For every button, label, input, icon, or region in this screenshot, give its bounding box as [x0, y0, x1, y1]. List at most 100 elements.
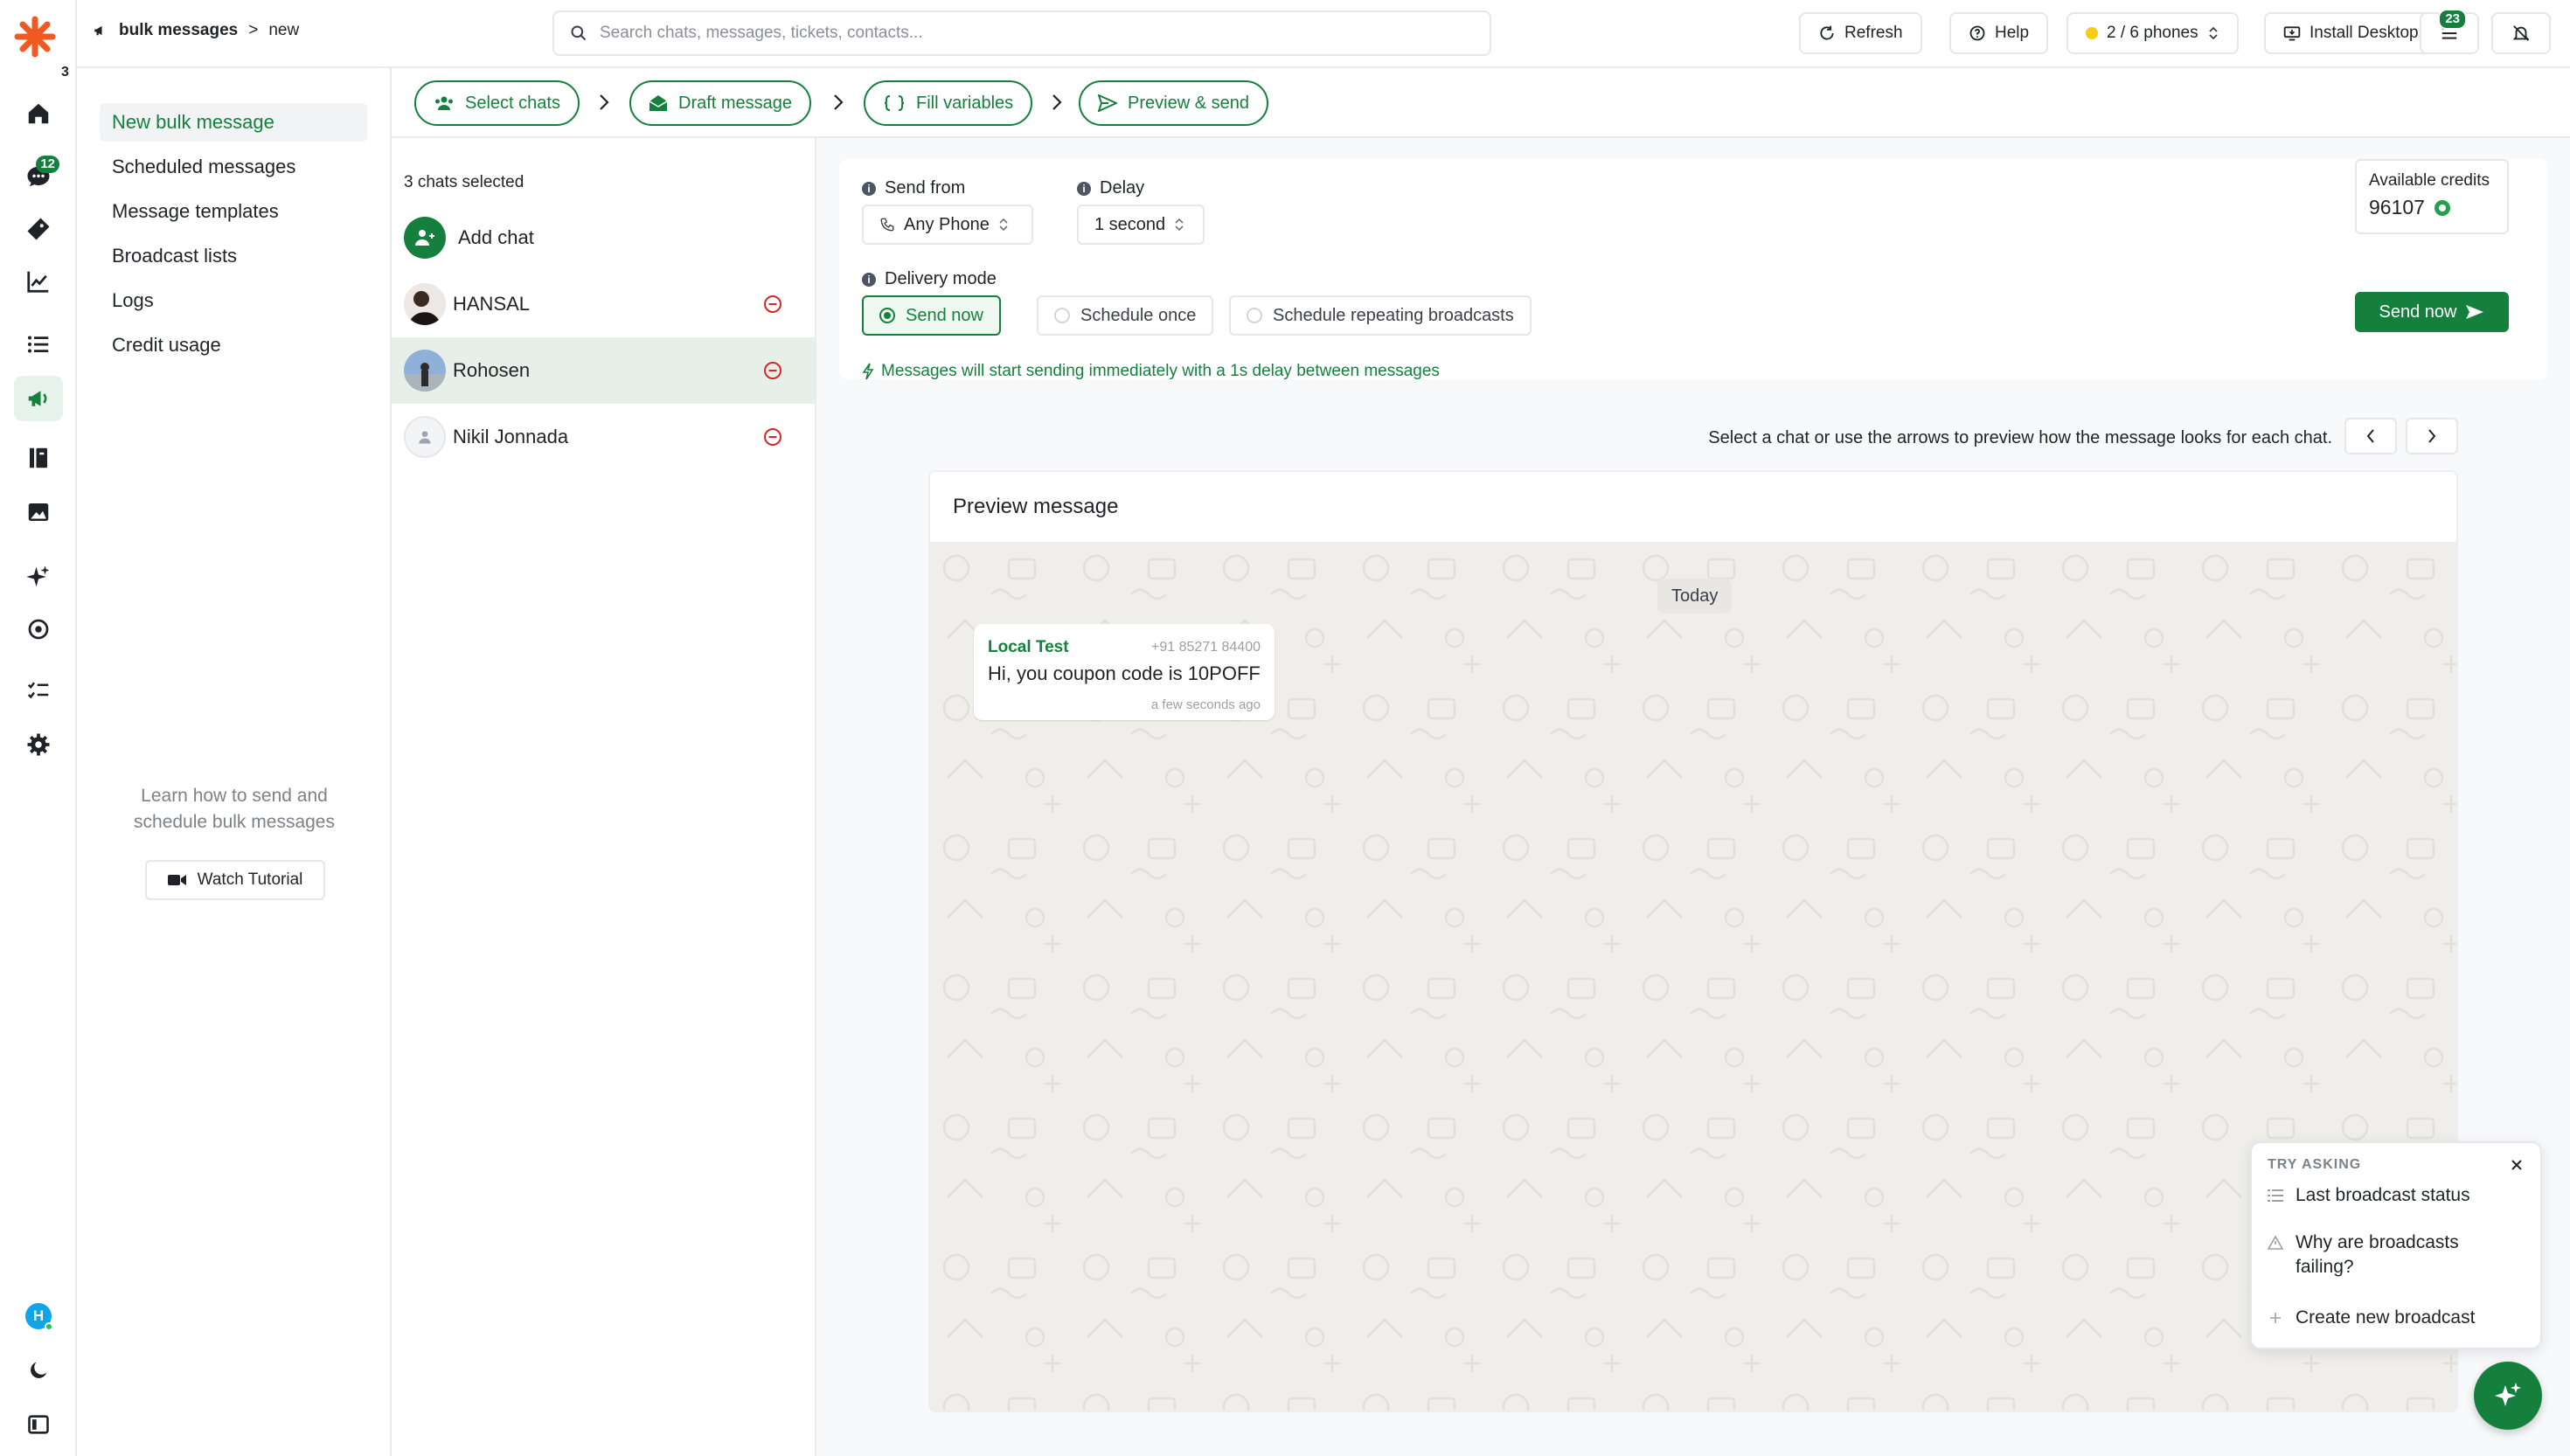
mode-schedule-once[interactable]: Schedule once: [1037, 295, 1214, 336]
subnav-scheduled-messages[interactable]: Scheduled messages: [100, 148, 367, 186]
rail-broadcasts[interactable]: [14, 376, 63, 421]
rail-analytics[interactable]: [14, 259, 63, 304]
refresh-button[interactable]: Refresh: [1799, 12, 1922, 54]
breadcrumb-section[interactable]: bulk messages: [119, 21, 238, 40]
send-settings-card: i Send from Any Phone i Delay 1 second i…: [839, 159, 2547, 381]
integrations-icon: [28, 619, 49, 640]
chevron-left-icon: [2366, 429, 2374, 443]
subnav-message-templates[interactable]: Message templates: [100, 192, 367, 231]
avatar-initial: H: [32, 1307, 45, 1324]
rail-settings[interactable]: [14, 722, 63, 767]
subnav-logs[interactable]: Logs: [100, 281, 367, 320]
online-status-dot: [45, 1322, 53, 1331]
collapse-sidebar[interactable]: [14, 1402, 63, 1447]
preview-hint: Select a chat or use the arrows to previ…: [1708, 428, 2332, 447]
suggestion-label: Why are broadcasts failing?: [2296, 1232, 2459, 1277]
delay-select[interactable]: 1 second: [1077, 205, 1205, 245]
step-label: Draft message: [678, 93, 793, 113]
suggestion-last-broadcast-status[interactable]: Last broadcast status: [2268, 1183, 2521, 1208]
rail-tasks[interactable]: [14, 668, 63, 713]
breadcrumb: bulk messages > new: [93, 21, 299, 40]
rail-lists[interactable]: [14, 322, 63, 367]
add-chat-button[interactable]: Add chat: [392, 205, 815, 271]
message-phone: +91 85271 84400: [1150, 640, 1261, 655]
chat-row-hansal[interactable]: HANSAL: [392, 271, 815, 337]
notifications-badge: 23: [2438, 9, 2467, 30]
video-camera-icon: [167, 875, 186, 885]
learn-hint: Learn how to send and schedule bulk mess…: [77, 783, 392, 835]
chevron-updown-icon: [2208, 26, 2218, 40]
users-icon: [435, 96, 453, 110]
chat-row-nikil-jonnada[interactable]: Nikil Jonnada: [392, 404, 815, 470]
mode-send-now[interactable]: Send now: [862, 295, 1001, 336]
refresh-label: Refresh: [1844, 24, 1903, 42]
subnav-new-bulk-message[interactable]: New bulk message: [100, 103, 367, 142]
notifications-list-button[interactable]: 23: [2420, 9, 2479, 54]
chats-badge: 12: [36, 156, 59, 173]
step-draft-message[interactable]: Draft message: [629, 80, 812, 126]
rail-ai[interactable]: [14, 554, 63, 600]
subnav-credit-usage[interactable]: Credit usage: [100, 326, 367, 364]
preview-title: Preview message: [953, 495, 1119, 518]
step-fill-variables[interactable]: Fill variables: [864, 80, 1033, 126]
delivery-mode-hint: Messages will start sending immediately …: [862, 362, 1440, 381]
step-label: Select chats: [465, 93, 560, 113]
user-avatar[interactable]: H: [14, 1293, 63, 1339]
message-sender: Local Test: [988, 638, 1069, 656]
subnav-broadcast-lists[interactable]: Broadcast lists: [100, 237, 367, 275]
credits-value-row: 96107: [2369, 196, 2495, 219]
close-icon[interactable]: [2507, 1155, 2526, 1175]
curly-braces-icon: [884, 95, 905, 111]
suggestion-label: Create new broadcast: [2296, 1307, 2476, 1328]
sparkle-icon: [26, 565, 50, 587]
phones-selector[interactable]: 2 / 6 phones: [2066, 12, 2239, 54]
remove-circle-icon[interactable]: [762, 360, 783, 381]
breadcrumb-separator: >: [248, 21, 259, 39]
avatar: H: [25, 1303, 53, 1331]
lightning-icon: [862, 363, 874, 380]
preview-message-card: Preview message Today Local Test +91 852…: [928, 470, 2458, 1412]
bell-off-icon: [2512, 25, 2530, 41]
send-from-text: Send from: [885, 178, 966, 198]
mode-schedule-repeating[interactable]: Schedule repeating broadcasts: [1229, 295, 1532, 336]
watch-tutorial-button[interactable]: Watch Tutorial: [145, 860, 325, 900]
rail-contacts[interactable]: [14, 435, 63, 481]
chevron-right-icon: [2428, 429, 2436, 443]
send-from-select[interactable]: Any Phone: [862, 205, 1033, 245]
next-chat-button[interactable]: [2406, 418, 2458, 454]
sparkle-icon: [2495, 1383, 2521, 1406]
rail-home[interactable]: [14, 91, 63, 136]
remove-circle-icon[interactable]: [762, 294, 783, 315]
suggestion-why-failing[interactable]: Why are broadcasts failing?: [2268, 1231, 2521, 1279]
rail-media[interactable]: [14, 489, 63, 535]
add-credits-icon[interactable]: [2434, 199, 2451, 217]
theme-toggle[interactable]: [14, 1348, 63, 1393]
chat-row-rohosen[interactable]: Rohosen: [392, 337, 815, 404]
search-input[interactable]: [600, 24, 1456, 43]
delay-text: Delay: [1100, 178, 1145, 198]
remove-circle-icon[interactable]: [762, 426, 783, 447]
help-button[interactable]: Help: [1949, 12, 2049, 54]
ai-assistant-button[interactable]: [2474, 1362, 2542, 1430]
mode-label: Send now: [906, 305, 983, 325]
warning-icon: [2268, 1236, 2283, 1250]
step-preview-send[interactable]: Preview & send: [1079, 80, 1268, 126]
help-icon: [1969, 25, 1985, 41]
tutorial-label: Watch Tutorial: [197, 870, 303, 889]
chat-name: Rohosen: [453, 359, 531, 381]
step-select-chats[interactable]: Select chats: [414, 80, 580, 126]
rail-integrations[interactable]: [14, 607, 63, 652]
mute-button[interactable]: [2491, 12, 2551, 54]
profile-photo: [404, 283, 446, 325]
rail-chats[interactable]: 12: [14, 154, 63, 199]
analytics-icon: [27, 271, 49, 293]
avatar: [404, 283, 446, 325]
list-icon: [28, 336, 49, 353]
profile-photo: [404, 350, 446, 392]
suggestion-create-broadcast[interactable]: Create new broadcast: [2268, 1306, 2521, 1330]
prev-chat-button[interactable]: [2344, 418, 2397, 454]
rail-tickets[interactable]: [14, 206, 63, 252]
app-logo[interactable]: 3: [14, 16, 69, 80]
media-icon: [28, 503, 49, 521]
send-now-button[interactable]: Send now: [2355, 292, 2509, 332]
